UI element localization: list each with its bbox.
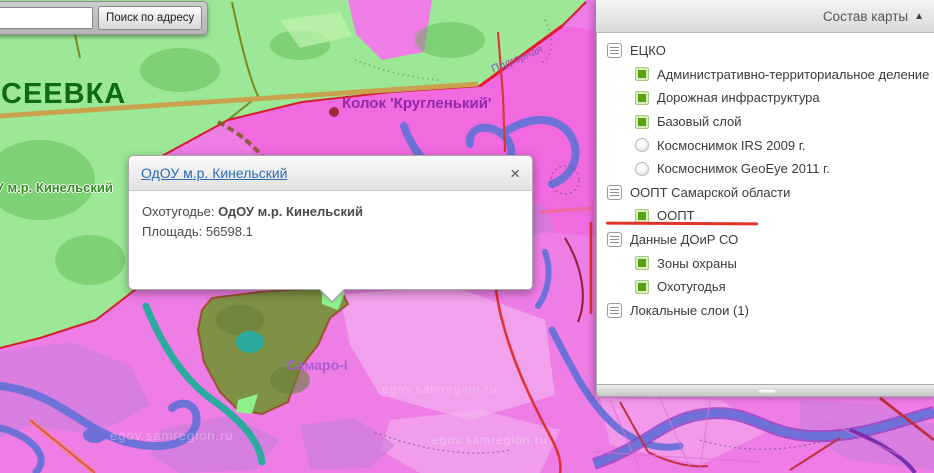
search-input[interactable] (0, 7, 93, 29)
checkbox-checked-icon[interactable] (635, 280, 649, 294)
layer-group-oopt-region[interactable]: ООПТ Самарской области (607, 181, 934, 205)
layer-item-protection-zones[interactable]: Зоны охраны (607, 251, 934, 275)
layer-tree: ЕЦКО Административно-территориальное дел… (596, 33, 934, 384)
layer-group-local-layers[interactable]: Локальные слои (1) (607, 299, 934, 323)
popup-title-link[interactable]: ОдОУ м.р. Кинельский (141, 165, 287, 181)
group-list-icon[interactable] (607, 43, 622, 58)
grip-icon (758, 389, 776, 393)
checkbox-checked-icon[interactable] (635, 91, 649, 105)
close-icon[interactable]: × (510, 165, 520, 182)
panel-header-toggle[interactable]: Состав карты ▲ (596, 0, 934, 33)
popup-field-value: ОдОУ м.р. Кинельский (218, 204, 363, 219)
popup-body: Охотугодье: ОдОУ м.р. Кинельский Площадь… (129, 191, 532, 252)
checkbox-checked-icon[interactable] (635, 67, 649, 81)
checkbox-checked-icon[interactable] (635, 256, 649, 270)
layer-item-road-infrastructure[interactable]: Дорожная инфраструктура (607, 86, 934, 110)
group-list-icon[interactable] (607, 185, 622, 200)
collapse-arrow-icon: ▲ (914, 11, 924, 22)
layer-group-ecko[interactable]: ЕЦКО (607, 39, 934, 63)
panel-resize-handle[interactable] (596, 384, 934, 397)
popup-field-value: 56598.1 (206, 224, 253, 239)
layer-group-doir-data[interactable]: Данные ДОиР СО (607, 228, 934, 252)
layer-item-hunting-grounds[interactable]: Охотугодья (607, 275, 934, 299)
layer-item-base-layer[interactable]: Базовый слой (607, 110, 934, 134)
panel-title: Состав карты (823, 9, 908, 24)
checkbox-checked-icon[interactable] (635, 115, 649, 129)
address-search-bar: Поиск по адресу (0, 1, 208, 35)
radio-unchecked-icon[interactable] (635, 138, 649, 152)
search-button[interactable]: Поиск по адресу (98, 6, 202, 30)
group-list-icon[interactable] (607, 303, 622, 318)
popup-header: ОдОУ м.р. Кинельский × (129, 156, 532, 191)
layer-item-geoeye-2011[interactable]: Космоснимок GeoEye 2011 г. (607, 157, 934, 181)
popup-field-label: Площадь: (142, 224, 202, 239)
layer-item-irs-2009[interactable]: Космоснимок IRS 2009 г. (607, 133, 934, 157)
radio-unchecked-icon[interactable] (635, 162, 649, 176)
feature-info-popup: ОдОУ м.р. Кинельский × Охотугодье: ОдОУ … (128, 155, 533, 290)
popup-field-label: Охотугодье: (142, 204, 214, 219)
layer-item-admin-division[interactable]: Административно-территориальное деление (607, 63, 934, 87)
group-list-icon[interactable] (607, 232, 622, 247)
layers-panel: Состав карты ▲ ЕЦКО Административно-терр… (596, 0, 934, 397)
